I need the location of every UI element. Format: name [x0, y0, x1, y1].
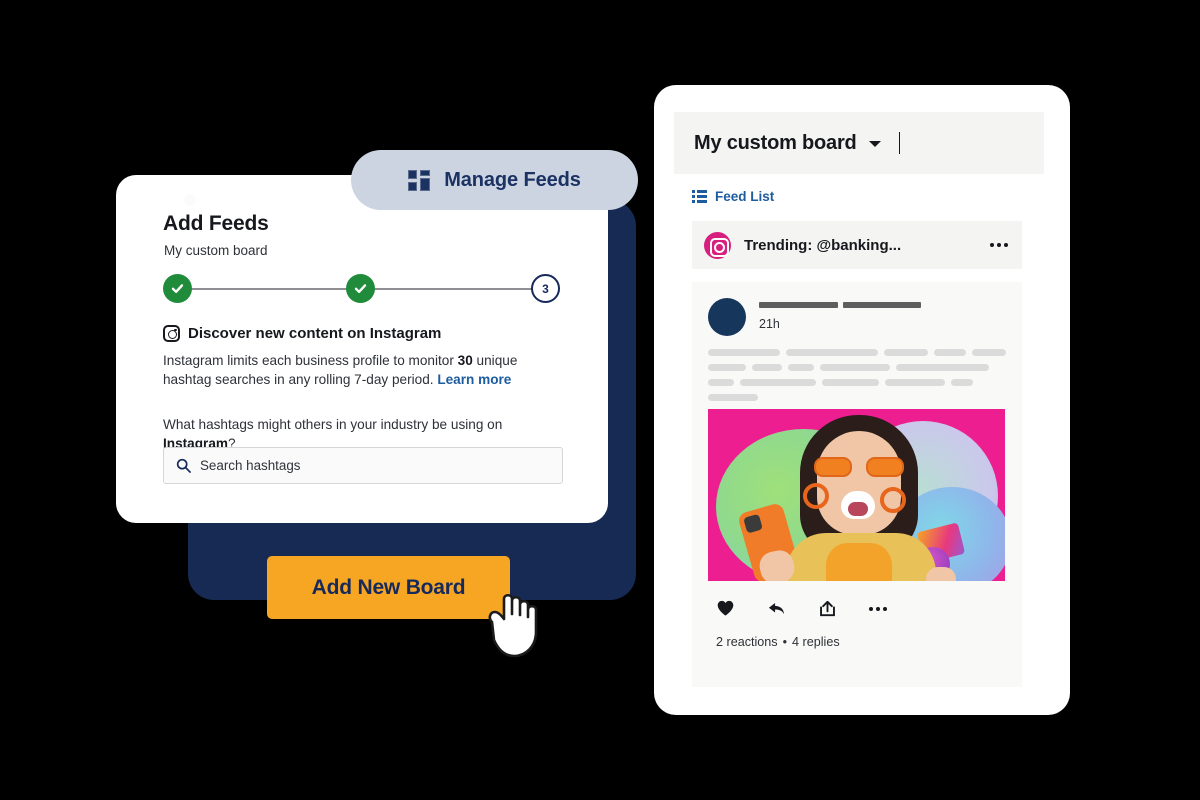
post-body-skeleton — [708, 349, 1006, 401]
feed-item-label: Trending: @banking... — [744, 236, 902, 254]
list-item[interactable]: Trending: @banking... — [692, 221, 1022, 269]
question-prefix: What hashtags might others in your indus… — [163, 417, 503, 432]
text-caret — [898, 132, 901, 154]
discover-section-heading: Discover new content on Instagram — [163, 325, 441, 342]
post-engagement-stats: 2 reactions • 4 replies — [708, 635, 1006, 649]
heart-icon[interactable] — [716, 599, 735, 618]
feed-post-card: 21h 2 reactions • 4 replies — [692, 282, 1022, 687]
add-new-board-button[interactable]: Add New Board — [267, 556, 510, 619]
post-action-bar — [708, 599, 1006, 618]
stepper-step-3-label: 3 — [542, 281, 549, 296]
chevron-down-icon[interactable] — [868, 141, 881, 147]
reply-arrow-icon[interactable] — [767, 599, 786, 618]
hashtag-limit-description: Instagram limits each business profile t… — [163, 351, 563, 389]
add-new-board-label: Add New Board — [311, 575, 466, 599]
stepper-step-1-complete[interactable] — [163, 274, 192, 303]
manage-feeds-label: Manage Feeds — [444, 168, 581, 191]
screenshot-stage: Add Feeds My custom board 3 Discover new… — [0, 0, 1200, 800]
board-header: My custom board — [674, 112, 1044, 174]
more-horizontal-icon[interactable] — [869, 606, 887, 611]
feed-list-label: Feed List — [715, 189, 775, 204]
stats-separator: • — [782, 635, 788, 649]
post-image — [708, 409, 1005, 581]
manage-feeds-button[interactable]: Manage Feeds — [351, 150, 638, 210]
reactions-count: 2 reactions — [716, 635, 778, 649]
instagram-icon — [704, 231, 731, 259]
stepper-step-2-complete[interactable] — [346, 274, 375, 303]
list-icon — [692, 190, 707, 203]
avatar — [708, 298, 746, 336]
share-box-icon[interactable] — [818, 599, 837, 618]
limit-number: 30 — [457, 353, 473, 368]
board-title: My custom board — [694, 131, 857, 154]
card-subtitle: My custom board — [164, 243, 268, 258]
search-placeholder-text: Search hashtags — [200, 458, 301, 473]
discover-heading-label: Discover new content on Instagram — [188, 325, 442, 342]
grid-icon — [408, 169, 431, 191]
more-horizontal-icon[interactable] — [990, 243, 1008, 247]
author-skeleton — [759, 302, 921, 308]
check-icon — [171, 284, 184, 293]
progress-stepper: 3 — [163, 273, 561, 304]
post-meta: 21h — [759, 298, 921, 331]
post-header: 21h — [708, 298, 1006, 336]
feed-list-section-header[interactable]: Feed List — [692, 189, 774, 204]
stepper-step-3-current[interactable]: 3 — [531, 274, 560, 303]
check-icon — [354, 284, 367, 293]
instagram-icon — [163, 325, 180, 342]
search-hashtags-input[interactable]: Search hashtags — [163, 447, 563, 484]
card-dot-decoration — [184, 194, 196, 206]
search-icon — [176, 458, 191, 473]
limit-text-prefix: Instagram limits each business profile t… — [163, 353, 458, 368]
post-timestamp: 21h — [759, 317, 780, 331]
page-title: Add Feeds — [163, 212, 269, 235]
learn-more-link[interactable]: Learn more — [437, 372, 511, 387]
replies-count: 4 replies — [792, 635, 840, 649]
